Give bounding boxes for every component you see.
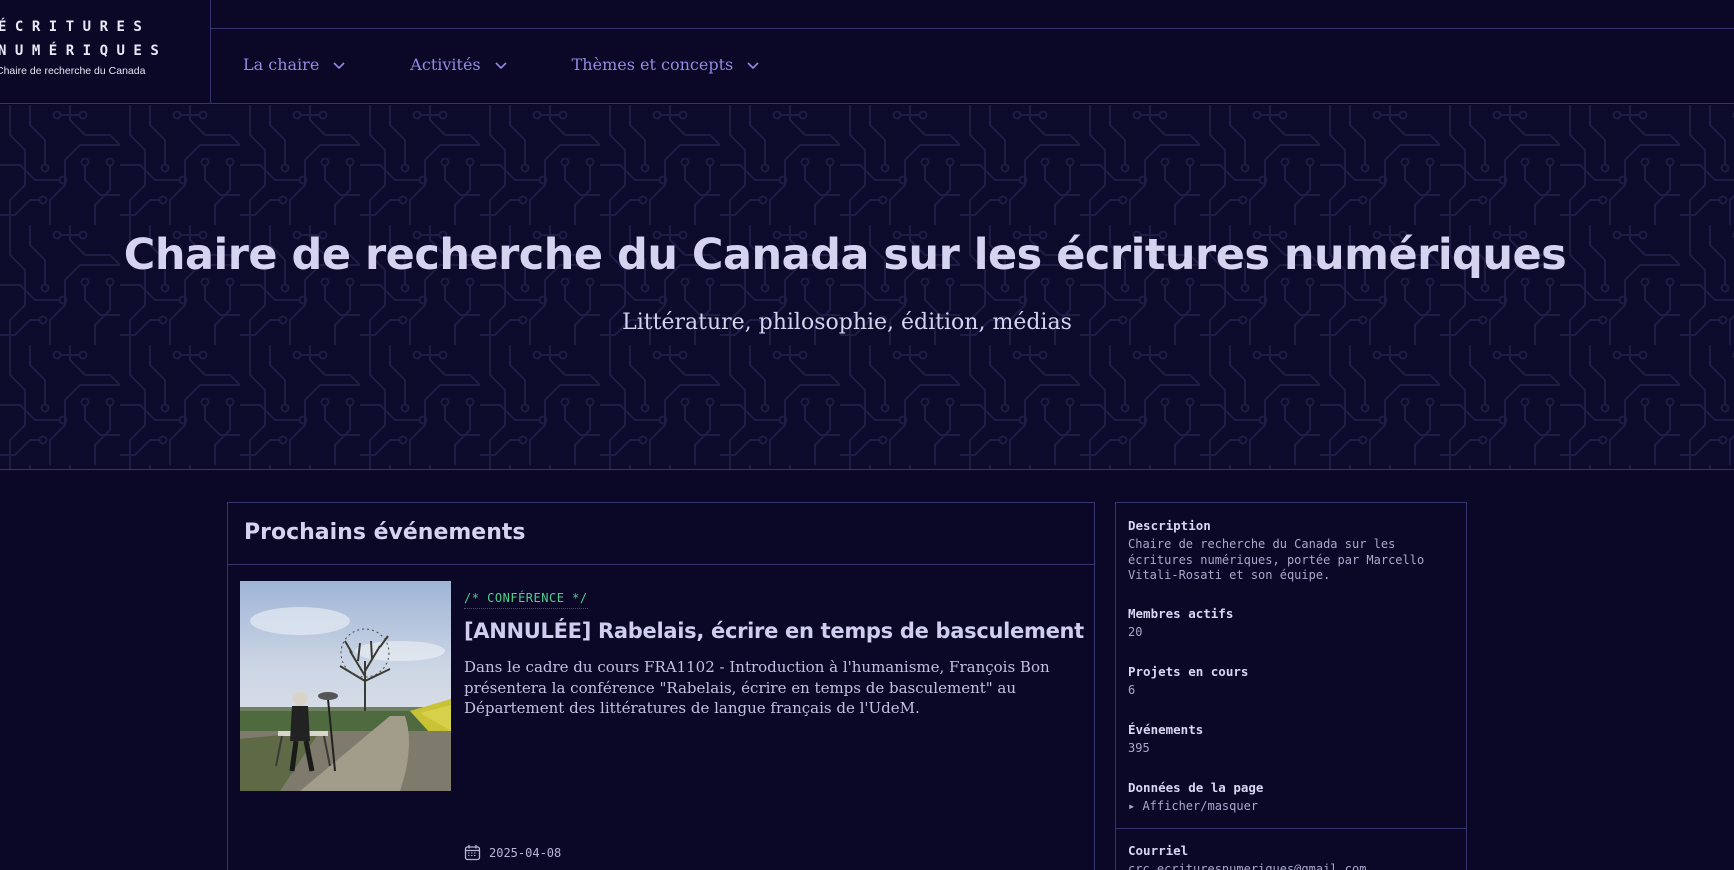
page-data-toggle[interactable]: ▸ Afficher/masquer — [1128, 799, 1263, 815]
members-label: Membres actifs — [1128, 606, 1234, 621]
logo-line-ecritures: ÉCRITURES — [0, 19, 151, 35]
chevron-down-icon — [747, 61, 759, 69]
event-photo[interactable] — [240, 581, 451, 791]
upcoming-events-panel: Prochains événements /* CONFÉRENCE */ [A… — [227, 502, 1095, 870]
description-label: Description — [1128, 518, 1211, 533]
chevron-down-icon — [495, 61, 507, 69]
site-logo[interactable]: ÉCRITURES NUMÉRIQUES Chaire de recherche… — [0, 0, 211, 104]
email-link[interactable]: crc.ecrituresnumeriques@gmail.com — [1128, 862, 1366, 870]
site-header: ÉCRITURES NUMÉRIQUES Chaire de recherche… — [0, 0, 1734, 104]
events-header: Prochains événements — [228, 503, 1094, 565]
event-date-text: 2025-04-08 — [489, 845, 562, 860]
projects-value: 6 — [1128, 683, 1136, 697]
logo-line-numeriques: NUMÉRIQUES — [0, 43, 168, 59]
nav-item-label: Thèmes et concepts — [571, 55, 734, 74]
sidebar-description: Description Chaire de recherche du Canad… — [1128, 518, 1458, 584]
description-value: Chaire de recherche du Canada sur les éc… — [1128, 537, 1425, 582]
page-data-label: Données de la page — [1128, 780, 1264, 795]
main-nav: La chaire Activités Thèmes et concepts — [211, 55, 760, 74]
header-divider — [211, 28, 1734, 29]
projects-label: Projets en cours — [1128, 664, 1249, 679]
circuit-pattern-background — [0, 105, 1734, 469]
nav-item-activites[interactable]: Activités — [410, 55, 507, 74]
disclosure-triangle-icon: ▸ — [1128, 799, 1143, 813]
event-title-link[interactable]: [ANNULÉE] Rabelais, écrire en temps de b… — [464, 619, 1084, 643]
sidebar-divider — [1116, 828, 1466, 829]
calendar-icon — [464, 845, 481, 861]
event-date: 2025-04-08 — [464, 844, 561, 861]
sidebar-members: Membres actifs 20 — [1128, 606, 1233, 641]
hero-subtitle: Littérature, philosophie, édition, média… — [622, 310, 1072, 335]
event-description: Dans le cadre du cours FRA1102 - Introdu… — [464, 658, 1050, 717]
members-value: 20 — [1128, 625, 1143, 639]
nav-item-label: Activités — [410, 55, 481, 74]
sidebar-projects: Projets en cours 6 — [1128, 664, 1248, 699]
events-count-label: Événements — [1128, 722, 1204, 737]
nav-item-label: La chaire — [243, 55, 320, 74]
sidebar-email: Courriel crc.ecrituresnumeriques@gmail.c… — [1128, 843, 1366, 870]
hero-banner: Chaire de recherche du Canada sur les éc… — [0, 105, 1734, 470]
event-photo-image — [240, 581, 451, 791]
event-category-tag: /* CONFÉRENCE */ — [464, 591, 588, 609]
events-count-value: 395 — [1128, 741, 1150, 755]
sidebar-events-count: Événements 395 — [1128, 722, 1203, 757]
hero-title: Chaire de recherche du Canada sur les éc… — [123, 230, 1567, 280]
page-data-toggle-label: Afficher/masquer — [1142, 799, 1259, 813]
sidebar-info-panel: Description Chaire de recherche du Canad… — [1115, 502, 1467, 870]
nav-item-la-chaire[interactable]: La chaire — [243, 55, 346, 74]
nav-item-themes-et-concepts[interactable]: Thèmes et concepts — [572, 55, 761, 74]
sidebar-page-data: Données de la page ▸ Afficher/masquer — [1128, 780, 1263, 815]
events-heading: Prochains événements — [244, 520, 526, 545]
logo-subtitle: Chaire de recherche du Canada — [0, 65, 146, 77]
email-label: Courriel — [1128, 843, 1189, 858]
chevron-down-icon — [333, 61, 345, 69]
